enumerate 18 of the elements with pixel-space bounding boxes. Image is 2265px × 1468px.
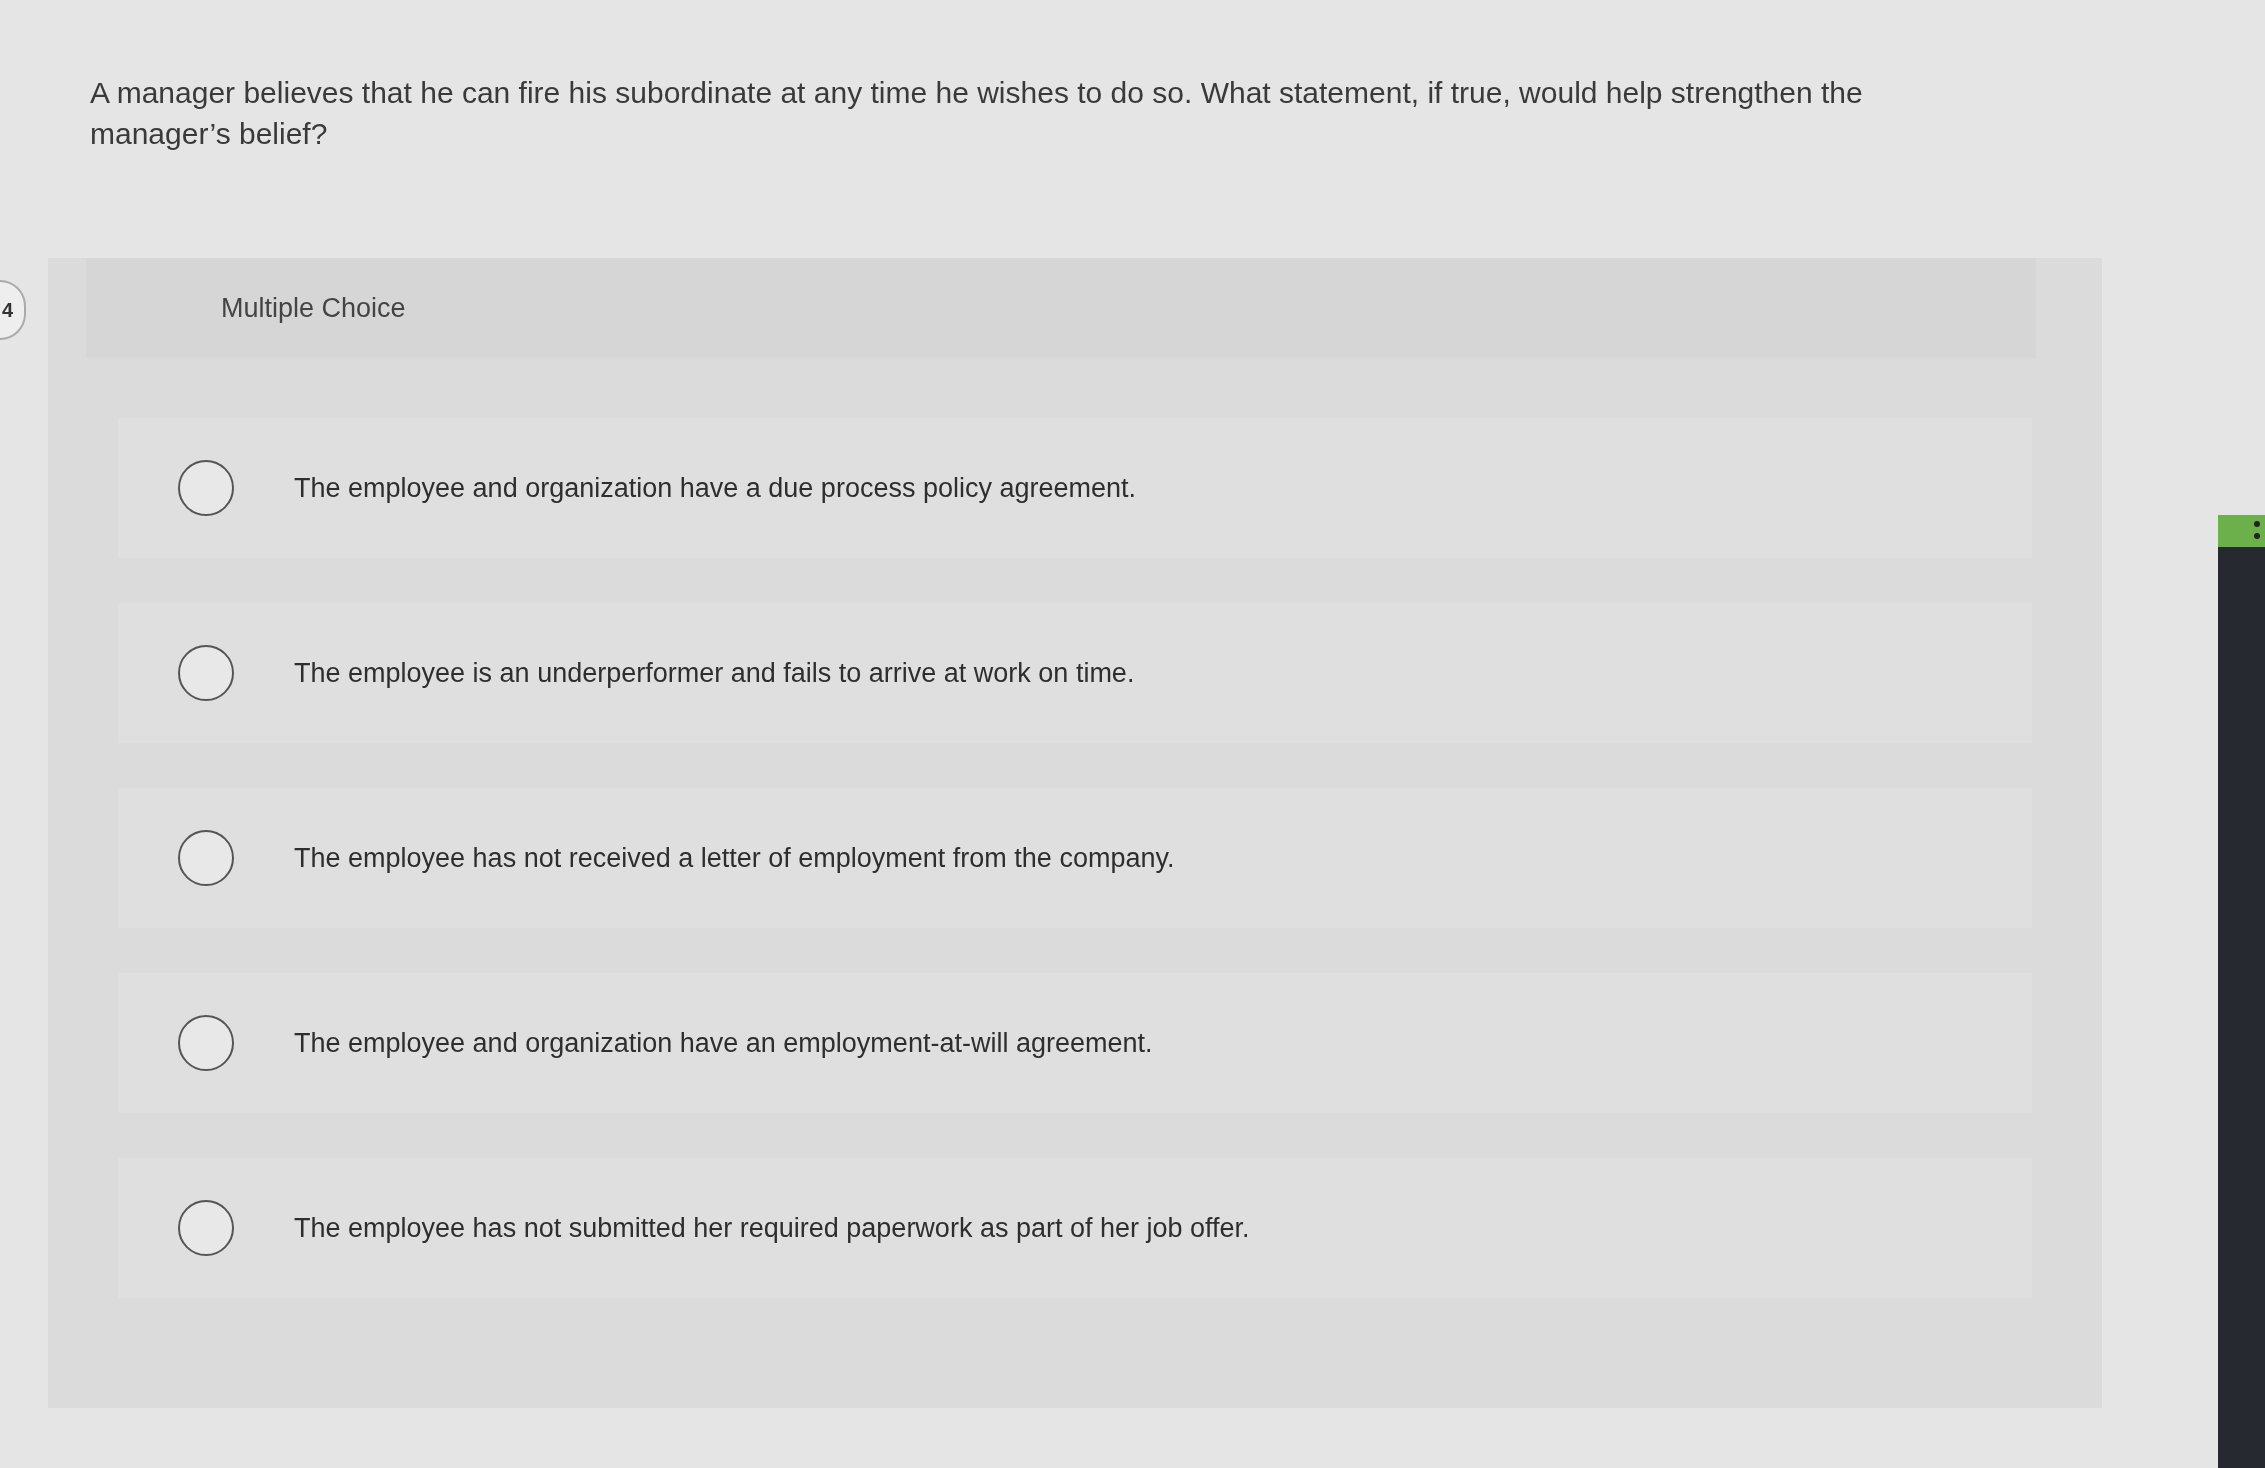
answer-option[interactable]: The employee and organization have an employment-at-will agreement. [118, 973, 2032, 1113]
answer-option[interactable]: The employee has not submitted her required paperwork as part of her job offer. [118, 1158, 2032, 1298]
option-text: The employee has not submitted her required paperwork as part of her job offer. [294, 1212, 1250, 1244]
option-text: The employee has not received a letter of employment from the company. [294, 842, 1175, 874]
question-type-label: Multiple Choice [221, 292, 406, 324]
radio-button[interactable] [178, 830, 234, 886]
question-number: 4 [0, 280, 26, 340]
answer-option[interactable]: The employee has not received a letter of employment from the company. [118, 788, 2032, 928]
question-text: A manager believes that he can fire his subordinate at any time he wishes to do so. What statement, if true, would help strengthen the manager’s belief? [89, 75, 1864, 152]
answer-option[interactable]: The employee and organization have a due process policy agreement. [118, 418, 2032, 558]
option-text: The employee is an underperformer and fails to arrive at work on time. [294, 657, 1135, 689]
radio-button[interactable] [178, 645, 234, 701]
radio-button[interactable] [178, 1200, 234, 1256]
answer-option[interactable]: The employee is an underperformer and fails to arrive at work on time. [118, 603, 2032, 743]
radio-button[interactable] [178, 460, 234, 516]
radio-button[interactable] [178, 1015, 234, 1071]
option-text: The employee and organization have a due process policy agreement. [294, 472, 1137, 504]
option-text: The employee and organization have an employment-at-will agreement. [294, 1027, 1153, 1059]
